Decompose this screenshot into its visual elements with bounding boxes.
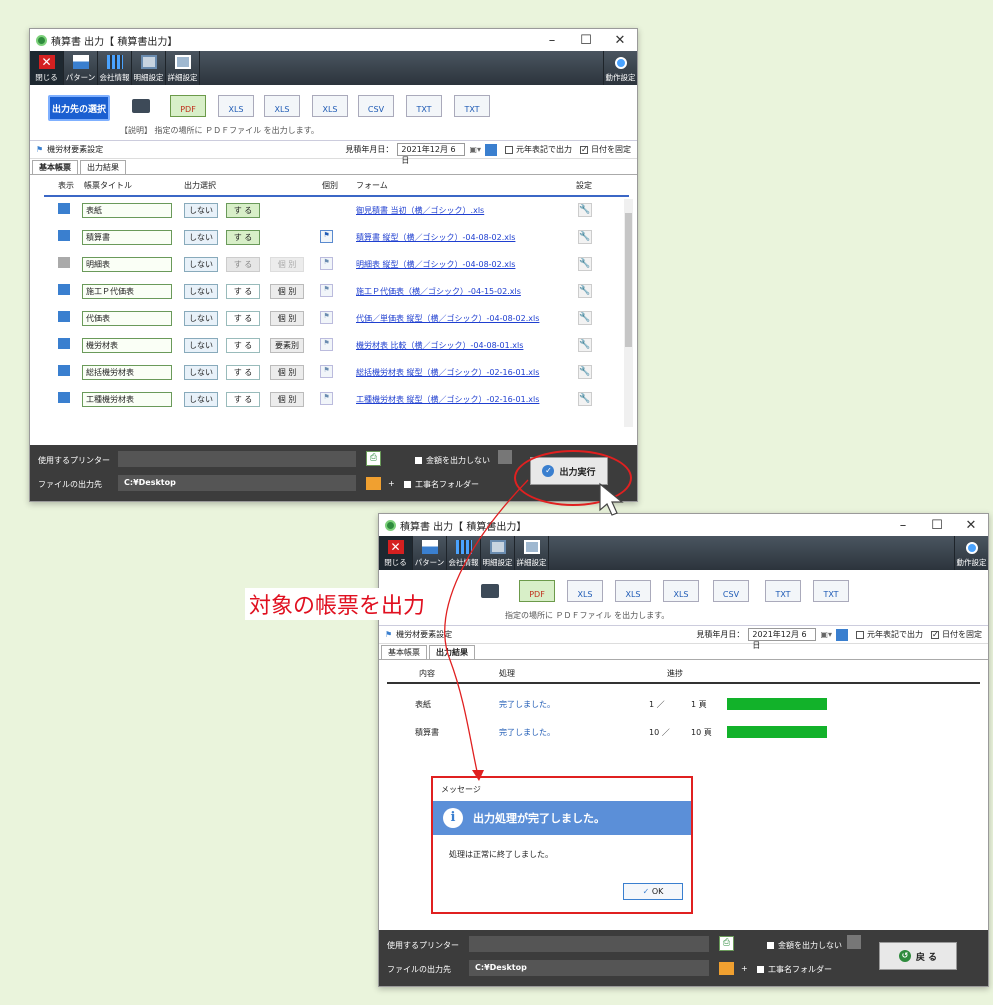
annotation-arrow (444, 479, 529, 781)
mouse-cursor-icon (599, 482, 624, 516)
callout-label: 対象の帳票を出力 (245, 588, 430, 620)
